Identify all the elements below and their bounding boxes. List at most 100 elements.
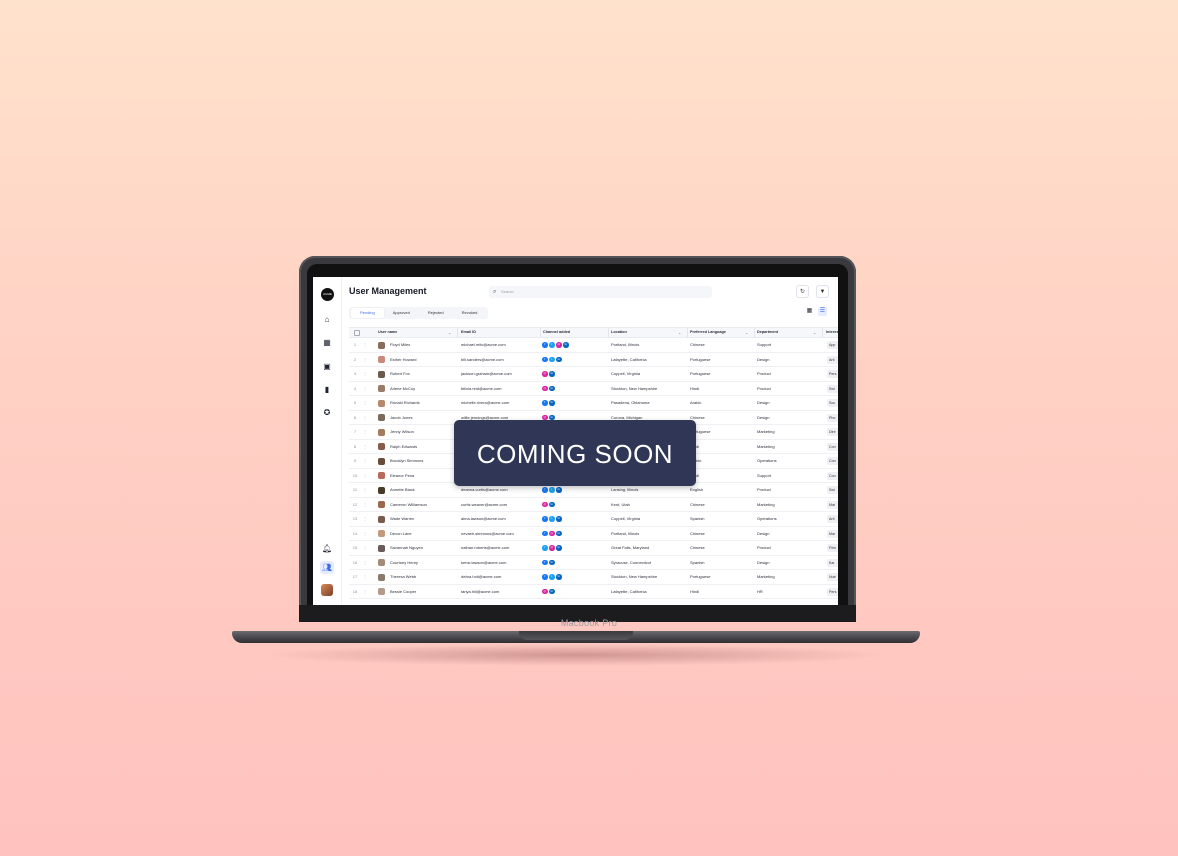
home-icon[interactable]: ⌂ <box>322 315 332 325</box>
badge-icon[interactable]: ✪ <box>322 408 332 418</box>
more-vertical-icon[interactable]: ⋮ <box>363 585 367 599</box>
search-input[interactable]: ⌕ Search <box>489 286 712 298</box>
twitter-icon: t <box>549 574 555 580</box>
table-row[interactable]: 13 ⋮ Wade Warren alma.lawson@acme.com f t in Co… <box>349 512 838 527</box>
user-language: Chinese <box>690 501 705 507</box>
table-row[interactable]: 16 ⋮ Courtney Henry kenzi.lawson@acme.com f i… <box>349 556 838 570</box>
tab-approved[interactable]: Approved <box>384 307 419 319</box>
user-department: Product <box>757 545 771 550</box>
laptop-notch <box>519 631 633 640</box>
list-view-icon[interactable]: ☰ <box>818 307 827 316</box>
more-vertical-icon[interactable]: ⋮ <box>363 527 367 541</box>
gallery-icon[interactable]: ▣ <box>322 362 332 372</box>
calendar-icon[interactable]: ▦ <box>322 338 332 348</box>
table-row[interactable]: 5 ⋮ Ronald Richards michelle.rivera@acme.co… <box>349 396 838 411</box>
table-row[interactable]: 3 ⋮ Robert Fox jackson.graham@acme.com ◎ in Co… <box>349 367 838 382</box>
table-row[interactable]: 14 ⋮ Devon Lane nevaeh.simmons@acme.com f ◎ in… <box>349 527 838 541</box>
more-vertical-icon[interactable]: ⋮ <box>363 541 367 555</box>
facebook-icon: f <box>542 342 548 348</box>
user-avatar <box>378 341 385 349</box>
users-icon[interactable]: 👥︎ <box>320 561 334 574</box>
more-vertical-icon[interactable]: ⋮ <box>363 440 367 454</box>
chevron-down-icon[interactable]: ⌄ <box>745 328 748 337</box>
user-language: Spanish <box>690 559 705 565</box>
more-vertical-icon[interactable]: ⋮ <box>363 367 367 381</box>
more-vertical-icon[interactable]: ⋮ <box>363 556 367 570</box>
table-row[interactable]: 12 ⋮ Cameron Williamson curtis.weaver@acme.… <box>349 498 838 512</box>
col-language[interactable]: Preferred Language <box>690 328 726 337</box>
user-department: Support <box>757 472 772 478</box>
chevron-down-icon[interactable]: ⌄ <box>813 328 816 337</box>
bell-icon[interactable]: 🔔︎ <box>322 544 332 554</box>
user-location: Syracuse, Connecticut <box>611 559 652 565</box>
col-user-name[interactable]: User name <box>378 328 397 337</box>
more-vertical-icon[interactable]: ⋮ <box>363 469 367 483</box>
avatar[interactable] <box>321 584 333 596</box>
interest-tag: Con <box>827 457 838 465</box>
user-email: alma.lawson@acme.com <box>461 516 506 521</box>
user-email: michael.mitc@acme.com <box>461 342 506 347</box>
user-location: Stockton, New Hampshire <box>611 574 658 579</box>
more-vertical-icon[interactable]: ⋮ <box>363 570 367 584</box>
chevron-down-icon[interactable]: ⌄ <box>678 328 681 337</box>
table-row[interactable]: 4 ⋮ Arlene McCoy felicia.reid@acme.com ◎ in St… <box>349 382 838 396</box>
user-location: Lafayette, California <box>611 356 647 362</box>
more-vertical-icon[interactable]: ⋮ <box>363 454 367 468</box>
tab-rejected[interactable]: Rejected <box>419 307 453 319</box>
user-avatar <box>378 515 385 523</box>
more-vertical-icon[interactable]: ⋮ <box>363 396 367 410</box>
user-name: Wade Warren <box>390 516 415 521</box>
user-department: Design <box>757 356 770 362</box>
row-number: 5 <box>353 400 357 405</box>
channel-icons: ◎ in <box>542 585 606 599</box>
table-row[interactable]: 15 ⋮ Savannah Nguyen nathan.roberts@acme.co… <box>349 541 838 556</box>
twitter-icon: t <box>549 487 555 493</box>
refresh-button[interactable]: ↻ <box>796 285 809 298</box>
table-row[interactable]: 1 ⋮ Floyd Miles michael.mitc@acme.com f t ◎ in P… <box>349 338 838 353</box>
more-vertical-icon[interactable]: ⋮ <box>363 411 367 425</box>
select-all-checkbox[interactable] <box>354 330 360 336</box>
tab-revoked[interactable]: Revoked <box>453 307 487 319</box>
col-interests[interactable]: Interes <box>826 328 838 337</box>
user-department: Operations <box>757 458 777 463</box>
more-vertical-icon[interactable]: ⋮ <box>363 483 367 497</box>
user-department: Marketing <box>757 574 775 579</box>
acme-logo[interactable]: ACME <box>321 288 334 301</box>
chevron-down-icon[interactable]: ⌄ <box>448 328 451 337</box>
user-email: jackson.graham@acme.com <box>461 371 512 376</box>
linkedin-icon: in <box>549 559 555 566</box>
user-avatar <box>378 457 385 465</box>
instagram-icon: ◎ <box>549 545 555 551</box>
col-location[interactable]: Location <box>611 328 627 337</box>
analytics-icon[interactable]: ▮ <box>322 385 332 395</box>
linkedin-icon: in <box>556 487 562 493</box>
interest-tag: Dire <box>827 428 838 436</box>
channel-icons: f ◎ in <box>542 527 606 541</box>
more-vertical-icon[interactable]: ⋮ <box>363 338 367 352</box>
col-email[interactable]: Email ID <box>461 328 476 337</box>
table-row[interactable]: 17 ⋮ Theresa Webb debra.holt@acme.com f t in St… <box>349 570 838 585</box>
more-vertical-icon[interactable]: ⋮ <box>363 382 367 396</box>
interest-tag: Swi <box>827 384 838 393</box>
instagram-icon: ◎ <box>542 501 548 508</box>
tab-pending[interactable]: Pending <box>351 308 384 318</box>
table-row[interactable]: 18 ⋮ Bessie Cooper tanya.hill@acme.com ◎ in La… <box>349 585 838 599</box>
interest-tag: Arti <box>827 355 838 364</box>
more-vertical-icon[interactable]: ⋮ <box>363 425 367 439</box>
user-location: Stockton, New Hampshire <box>611 385 658 391</box>
more-vertical-icon[interactable]: ⋮ <box>363 498 367 512</box>
col-channel[interactable]: Channel added <box>543 328 570 337</box>
user-language: Chinese <box>690 414 705 420</box>
user-language: Portuguese <box>690 371 711 376</box>
user-name: Bessie Cooper <box>390 588 417 594</box>
filter-button[interactable]: ▼ <box>816 285 829 298</box>
col-department[interactable]: Department <box>757 328 778 337</box>
user-name: Brooklyn Simmons <box>390 458 424 463</box>
more-vertical-icon[interactable]: ⋮ <box>363 353 367 367</box>
refresh-icon: ↻ <box>799 289 806 295</box>
user-department: Design <box>757 414 770 420</box>
table-row[interactable]: 2 ⋮ Esther Howard bill.sanders@acme.com f t in… <box>349 353 838 367</box>
grid-view-icon[interactable]: ▦ <box>805 307 814 316</box>
more-vertical-icon[interactable]: ⋮ <box>363 512 367 526</box>
interest-tag: Mat <box>827 500 838 509</box>
